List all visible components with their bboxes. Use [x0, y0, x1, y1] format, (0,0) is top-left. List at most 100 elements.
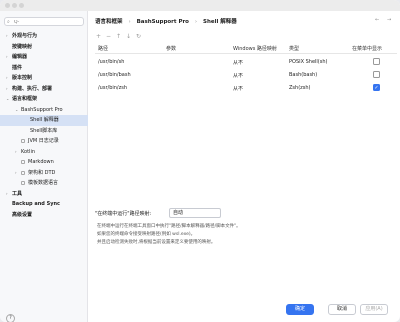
sidebar-item[interactable]: › 外观与行为: [0, 31, 88, 42]
sidebar-item[interactable]: Shell 解释器: [0, 115, 88, 126]
sidebar-item-label: 插件: [12, 64, 23, 71]
chevron-right-icon[interactable]: ›: [6, 73, 8, 84]
sidebar-item[interactable]: › Kotlin: [0, 147, 88, 158]
sidebar-item[interactable]: 按键映射: [0, 42, 88, 53]
sidebar-item-label: 编辑器: [12, 54, 28, 60]
project-scope-icon: [21, 160, 25, 164]
search-input[interactable]: [14, 19, 82, 25]
chevron-right-icon[interactable]: ›: [15, 168, 17, 179]
chevron-right-icon[interactable]: ›: [15, 147, 17, 158]
sidebar-item[interactable]: › 编辑器: [0, 52, 88, 63]
sidebar-item[interactable]: 高级设置: [0, 210, 88, 221]
column-header-params: 参数: [166, 46, 177, 52]
sidebar-item[interactable]: › 架构和 DTD: [0, 168, 88, 179]
settings-tree: › 外观与行为 按键映射 › 编辑器 插件 › 版本控制 › 构建、执行、部署 ⌄ 语言和框架 ⌄ Bas…: [0, 31, 88, 220]
cell-winmap: 从不: [233, 86, 244, 92]
project-scope-icon: [21, 170, 25, 175]
column-header-path: 路径: [98, 46, 109, 52]
chevron-right-icon[interactable]: ›: [6, 52, 8, 63]
breadcrumb-part[interactable]: 语言和框架: [95, 19, 123, 25]
table-row[interactable]: /usr/bin/zsh 从不 Zsh(zsh) ✓: [95, 82, 397, 94]
sidebar-item-label: 高级设置: [12, 211, 33, 218]
sidebar-item-label: Markdown: [28, 159, 54, 165]
project-scope-icon: [21, 139, 25, 143]
chevron-right-icon[interactable]: ›: [6, 31, 8, 42]
sidebar-item-label: 架构和 DTD: [28, 169, 56, 176]
chevron-down-icon[interactable]: ⌄: [15, 105, 18, 116]
main-panel: 语言和框架 › BashSupport Pro › Shell 解释器 ← → …: [89, 11, 400, 322]
chevron-right-icon[interactable]: ›: [6, 84, 8, 95]
sidebar-item[interactable]: 模板数据语言: [0, 178, 88, 189]
cell-type: POSIX Shell(sh): [289, 59, 328, 65]
help-note: 并且启动检测失败时,将根据当前设置来定义要使用的映射。: [97, 240, 216, 245]
sidebar-item-label: JVM 日志记录: [28, 138, 59, 144]
help-button[interactable]: ?: [6, 314, 15, 322]
cell-type: Zsh(zsh): [289, 85, 311, 91]
move-up-icon[interactable]: ↑: [116, 33, 121, 41]
terminal-path-label: "在终端中运行"路径映射:: [95, 211, 152, 217]
sidebar-item-label: Backup and Sync: [12, 201, 60, 207]
breadcrumb-separator: ›: [128, 19, 131, 25]
cell-winmap: 从不: [233, 73, 244, 79]
sidebar-item[interactable]: Markdown: [0, 157, 88, 168]
sidebar-item[interactable]: › 构建、执行、部署: [0, 84, 88, 95]
column-header-type: 类型: [289, 46, 300, 52]
add-icon[interactable]: +: [96, 33, 101, 41]
cell-type: Bash(bash): [289, 72, 318, 78]
ok-button[interactable]: 确定: [286, 304, 314, 315]
sidebar-item[interactable]: ⌄ BashSupport Pro: [0, 105, 88, 116]
sidebar-item-label: 工具: [12, 190, 23, 197]
help-note: 如果您的终端命令接受映射路径(例如 wsl.exe)。: [97, 232, 196, 237]
move-down-icon[interactable]: ↓: [126, 33, 131, 41]
back-arrow-icon[interactable]: ←: [375, 17, 379, 23]
sidebar-item-label: Kotlin: [21, 148, 35, 155]
refresh-icon[interactable]: ↻: [136, 33, 141, 41]
remove-icon[interactable]: −: [106, 33, 111, 41]
sidebar-item-label: 语言和框架: [12, 96, 38, 102]
breadcrumb-separator: ›: [194, 19, 198, 25]
sidebar-item[interactable]: Backup and Sync: [0, 199, 88, 210]
help-note: 在终端中运行在终端工具窗口中执行"路径/脚本解释器/路径/脚本文件"。: [97, 224, 241, 229]
sidebar-item[interactable]: ⌄ 语言和框架: [0, 94, 88, 105]
chevron-right-icon[interactable]: ›: [6, 189, 8, 200]
cell-path: /usr/bin/zsh: [98, 85, 128, 91]
show-in-menu-checkbox[interactable]: ✓: [373, 84, 380, 91]
sidebar-item[interactable]: › 版本控制: [0, 73, 88, 84]
cell-path: /usr/bin/sh: [98, 59, 125, 65]
dialog-footer: 确定 取消 应用(A): [89, 300, 400, 322]
title-bar: [0, 0, 400, 11]
cancel-button[interactable]: 取消: [328, 304, 356, 315]
apply-button[interactable]: 应用(A): [360, 304, 388, 315]
column-header-winmap: Windows 路径映射: [233, 46, 277, 52]
settings-sidebar: ⌕ ›外观与行为按键映射›编辑器插件›版本控制›构建、执行、部署⌄语言和框架⌄B…: [0, 11, 88, 322]
zoom-window-button[interactable]: [19, 3, 24, 8]
sidebar-item[interactable]: JVM 日志记录: [0, 136, 88, 147]
table-row[interactable]: /usr/bin/bash 从不 Bash(bash): [95, 69, 397, 81]
sidebar-item-label: BashSupport Pro: [21, 106, 63, 113]
show-in-menu-checkbox[interactable]: [373, 58, 380, 65]
show-in-menu-checkbox[interactable]: [373, 71, 380, 78]
sidebar-item-label: 构建、执行、部署: [12, 85, 53, 92]
search-icon: ⌕: [7, 19, 10, 25]
sidebar-item-label: 按键映射: [12, 43, 33, 50]
project-scope-icon: [21, 181, 25, 185]
minimize-window-button[interactable]: [12, 3, 17, 8]
breadcrumb: 语言和框架 › BashSupport Pro › Shell 解释器: [95, 17, 241, 25]
breadcrumb-part[interactable]: BashSupport Pro: [137, 19, 189, 25]
column-header-show-in-menu: 在菜单中显示: [352, 46, 383, 52]
breadcrumb-current: Shell 解释器: [203, 19, 237, 25]
cell-winmap: 从不: [233, 60, 244, 66]
chevron-down-icon[interactable]: ⌄: [6, 94, 9, 105]
sidebar-item-label: Shell脚本库: [30, 127, 58, 134]
settings-window: ⌕ ›外观与行为按键映射›编辑器插件›版本控制›构建、执行、部署⌄语言和框架⌄B…: [0, 0, 400, 322]
table-header: 路径 参数 Windows 路径映射 类型 在菜单中显示: [95, 44, 397, 54]
cell-path: /usr/bin/bash: [98, 72, 131, 78]
sidebar-item[interactable]: Shell脚本库: [0, 126, 88, 137]
forward-arrow-icon[interactable]: →: [387, 17, 391, 23]
terminal-path-dropdown[interactable]: 自动: [169, 208, 221, 218]
close-window-button[interactable]: [5, 3, 10, 8]
sidebar-item[interactable]: 插件: [0, 63, 88, 74]
sidebar-item[interactable]: › 工具: [0, 189, 88, 200]
table-row[interactable]: /usr/bin/sh 从不 POSIX Shell(sh): [95, 56, 397, 68]
settings-search[interactable]: ⌕: [4, 17, 84, 26]
